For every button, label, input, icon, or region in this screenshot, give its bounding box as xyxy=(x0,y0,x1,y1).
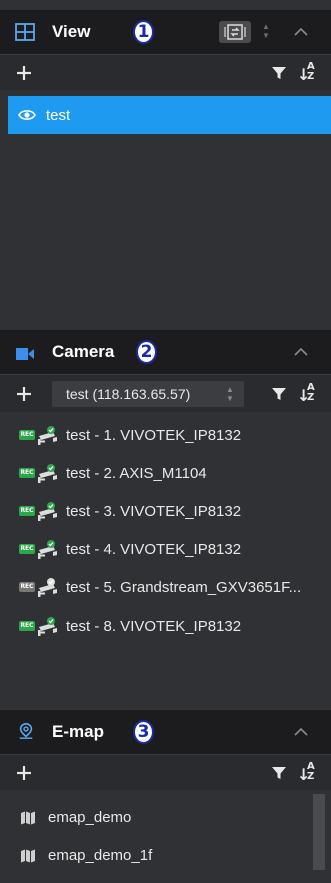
layout-toggle-icon xyxy=(224,24,246,40)
add-camera-icon[interactable] xyxy=(14,384,34,404)
rec-badge: REC xyxy=(19,506,35,516)
rec-badge: REC xyxy=(19,468,35,478)
view-item-label: test xyxy=(46,107,71,124)
layout-toggle-button[interactable] xyxy=(219,21,251,43)
view-panel-title: View xyxy=(52,22,91,41)
camera-badge: 2 xyxy=(136,340,157,364)
camera-item-label: test - 8. VIVOTEK_IP8132 xyxy=(66,618,242,635)
emap-badge: 3 xyxy=(133,720,154,744)
view-badge: 1 xyxy=(133,20,154,44)
view-item-test[interactable]: test xyxy=(8,96,331,134)
camera-item[interactable]: REC test - 3. VIVOTEK_IP8132 xyxy=(8,494,331,530)
camera-item[interactable]: REC test - 8. VIVOTEK_IP8132 xyxy=(8,609,331,645)
map-pin-icon xyxy=(19,722,33,739)
camera-item[interactable]: REC test - 5. Grandstream_GXV3651F... xyxy=(8,570,331,606)
filter-view-icon[interactable] xyxy=(271,65,287,81)
select-arrows-icon: ▲ ▼ xyxy=(226,385,234,403)
rec-badge: REC xyxy=(19,544,35,554)
filter-camera-icon[interactable] xyxy=(271,386,287,402)
add-emap-icon[interactable] xyxy=(14,763,34,783)
camera-item-label: test - 2. AXIS_M1104 xyxy=(66,465,207,482)
camera-panel-header[interactable]: Camera 2 xyxy=(0,330,331,374)
add-view-icon[interactable] xyxy=(14,63,34,83)
emap-item-label: emap_demo xyxy=(48,809,132,826)
emap-item[interactable]: emap_demo xyxy=(8,800,313,836)
filter-emap-icon[interactable] xyxy=(271,765,287,781)
collapse-view-icon[interactable] xyxy=(291,22,311,42)
camera-item-label: test - 1. VIVOTEK_IP8132 xyxy=(66,427,242,444)
emap-panel-header[interactable]: E-map 3 xyxy=(0,710,331,754)
sort-emap-icon[interactable]: ↓ A Z xyxy=(295,762,319,785)
camera-item-label: test - 4. VIVOTEK_IP8132 xyxy=(66,541,242,558)
map-icon xyxy=(21,811,35,825)
server-select-value: test (118.163.65.57) xyxy=(66,386,191,402)
eye-icon xyxy=(18,110,36,120)
camera-item[interactable]: REC test - 1. VIVOTEK_IP8132 xyxy=(8,418,331,454)
view-toolbar: ↓ A Z xyxy=(0,54,331,90)
sort-camera-icon[interactable]: ↓ A Z xyxy=(295,383,319,406)
ip-camera-icon xyxy=(38,426,57,445)
camera-item[interactable]: REC test - 4. VIVOTEK_IP8132 xyxy=(8,532,331,568)
collapse-emap-icon[interactable] xyxy=(291,722,311,742)
rec-badge: REC xyxy=(19,582,35,592)
map-icon xyxy=(21,849,35,863)
rec-badge: REC xyxy=(19,621,35,631)
camera-item[interactable]: REC test - 2. AXIS_M1104 xyxy=(8,456,331,492)
ip-camera-icon xyxy=(38,617,57,636)
grid-icon xyxy=(15,23,35,41)
ip-camera-icon xyxy=(38,464,57,483)
emap-item-label: emap_demo_1f xyxy=(48,847,153,864)
emap-toolbar: ↓ A Z xyxy=(0,754,331,790)
emap-item[interactable]: emap_demo_1f xyxy=(8,838,313,874)
rec-badge: REC xyxy=(19,430,35,440)
camera-item-label: test - 5. Grandstream_GXV3651F... xyxy=(66,579,302,596)
ip-camera-icon xyxy=(38,502,57,521)
ip-camera-icon xyxy=(38,540,57,559)
camera-toolbar: test (118.163.65.57) ▲ ▼ ↓ A Z xyxy=(0,374,331,412)
collapse-camera-icon[interactable] xyxy=(291,342,311,362)
layout-spin-arrows[interactable]: ▲ ▼ xyxy=(261,22,271,42)
server-select[interactable]: test (118.163.65.57) ▲ ▼ xyxy=(52,381,244,407)
camera-icon xyxy=(16,348,34,360)
emap-scrollbar[interactable] xyxy=(313,794,325,870)
camera-panel-title: Camera xyxy=(52,342,115,361)
emap-panel-title: E-map xyxy=(52,722,104,741)
ip-camera-icon xyxy=(38,578,57,597)
sort-view-icon[interactable]: ↓ A Z xyxy=(295,62,319,85)
camera-item-label: test - 3. VIVOTEK_IP8132 xyxy=(66,503,242,520)
view-panel-header[interactable]: View 1 ▲ ▼ xyxy=(0,10,331,54)
